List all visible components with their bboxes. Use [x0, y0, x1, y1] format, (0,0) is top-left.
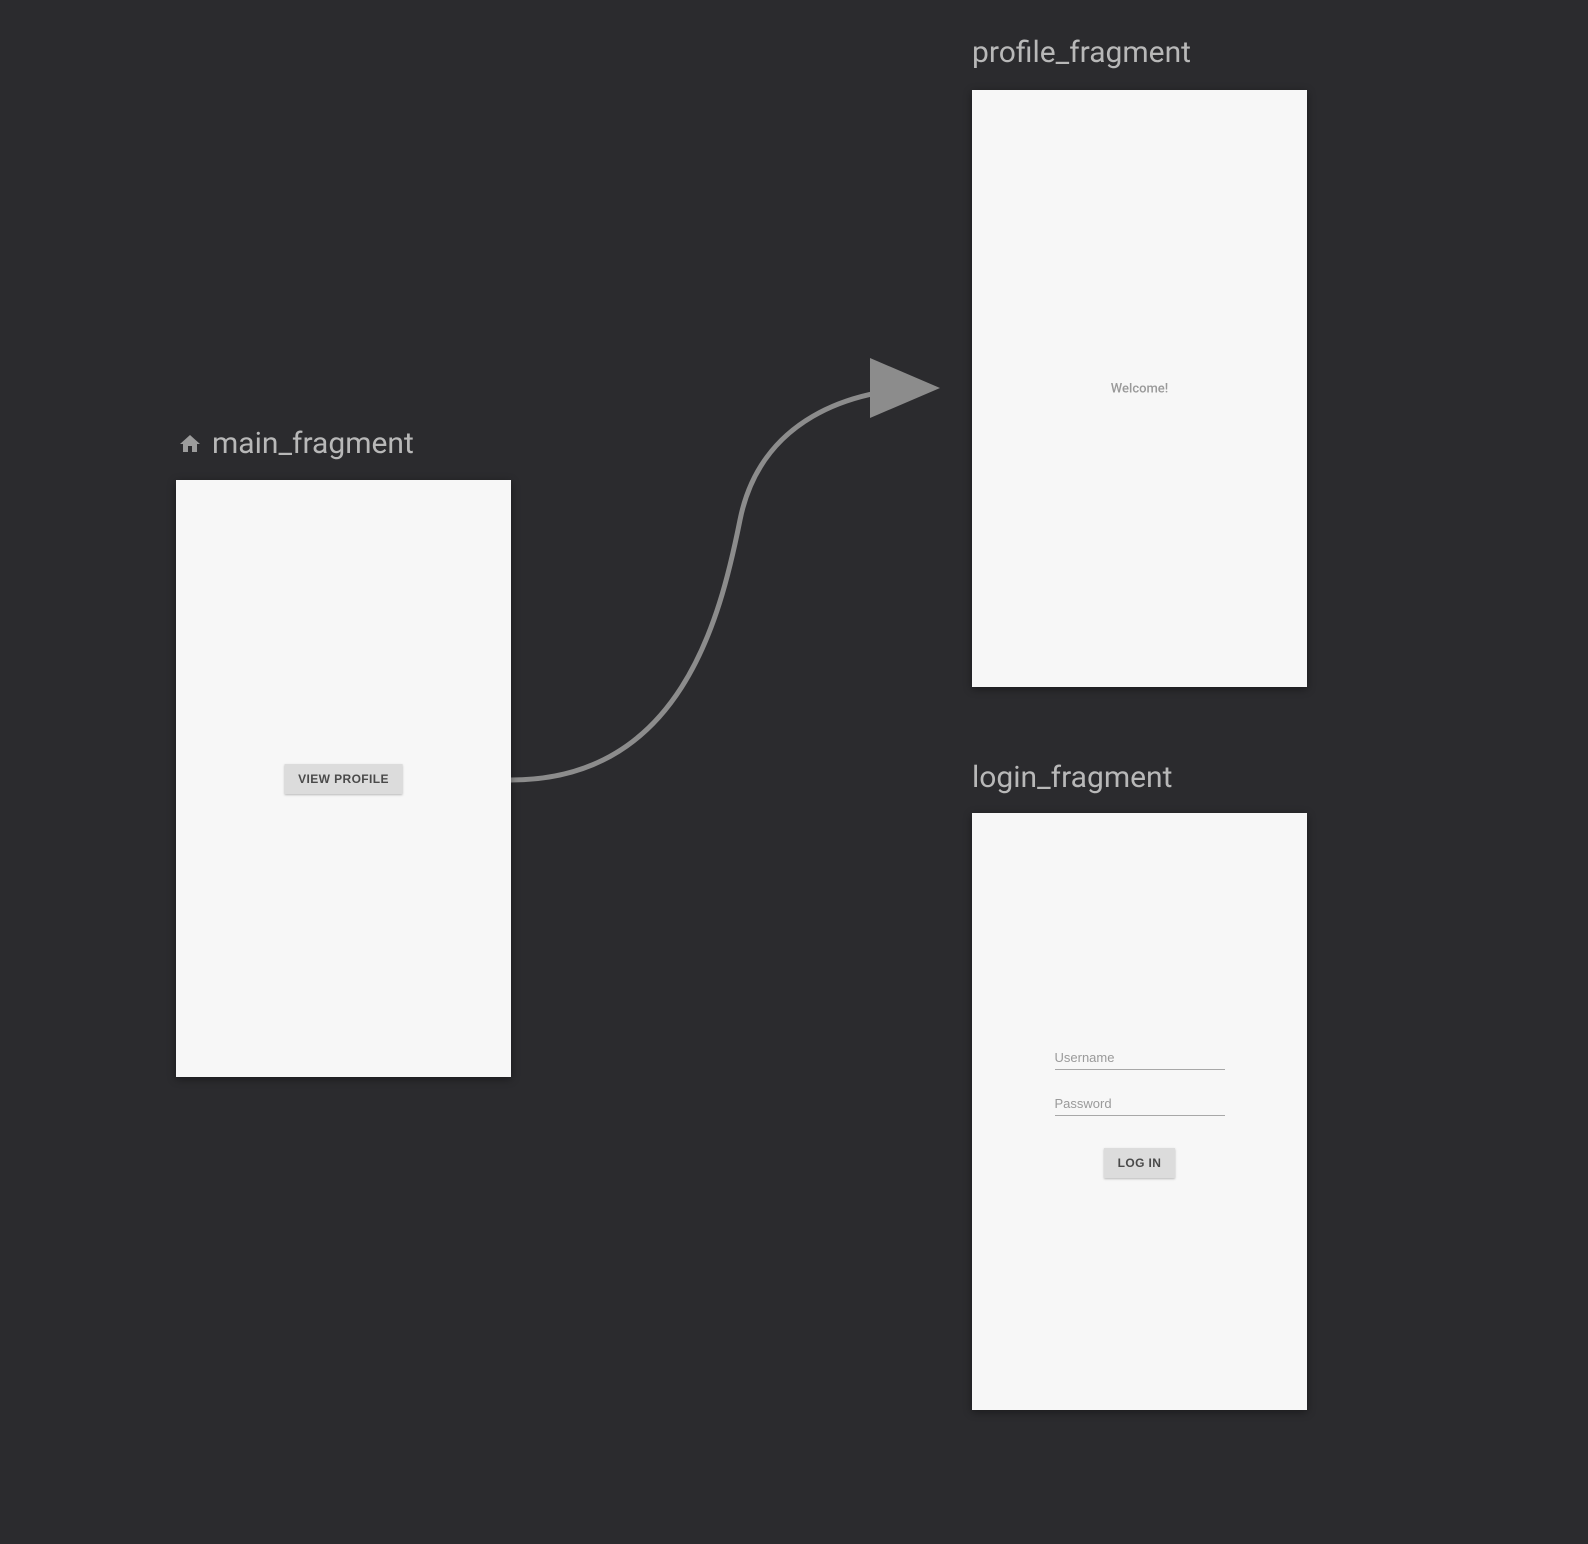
login-fragment-screen: LOG IN: [972, 813, 1307, 1410]
login-button[interactable]: LOG IN: [1104, 1148, 1176, 1178]
password-input[interactable]: [1055, 1092, 1225, 1116]
profile-fragment-screen: Welcome!: [972, 90, 1307, 687]
welcome-text: Welcome!: [1111, 381, 1168, 396]
main-fragment-screen: VIEW PROFILE: [176, 480, 511, 1077]
navigation-graph-canvas: main_fragment VIEW PROFILE profile_fragm…: [0, 0, 1588, 1544]
main-fragment-label-text: main_fragment: [212, 426, 414, 461]
profile-fragment-label-text: profile_fragment: [972, 35, 1191, 70]
login-fragment-label-text: login_fragment: [972, 760, 1172, 795]
home-icon: [176, 430, 204, 458]
main-fragment-label: main_fragment: [176, 426, 414, 461]
view-profile-button[interactable]: VIEW PROFILE: [284, 764, 403, 794]
main-button-wrap: VIEW PROFILE: [284, 764, 403, 794]
username-input[interactable]: [1055, 1046, 1225, 1070]
profile-fragment-label: profile_fragment: [972, 35, 1191, 70]
login-fragment-label: login_fragment: [972, 760, 1172, 795]
login-form: LOG IN: [1055, 1046, 1225, 1178]
